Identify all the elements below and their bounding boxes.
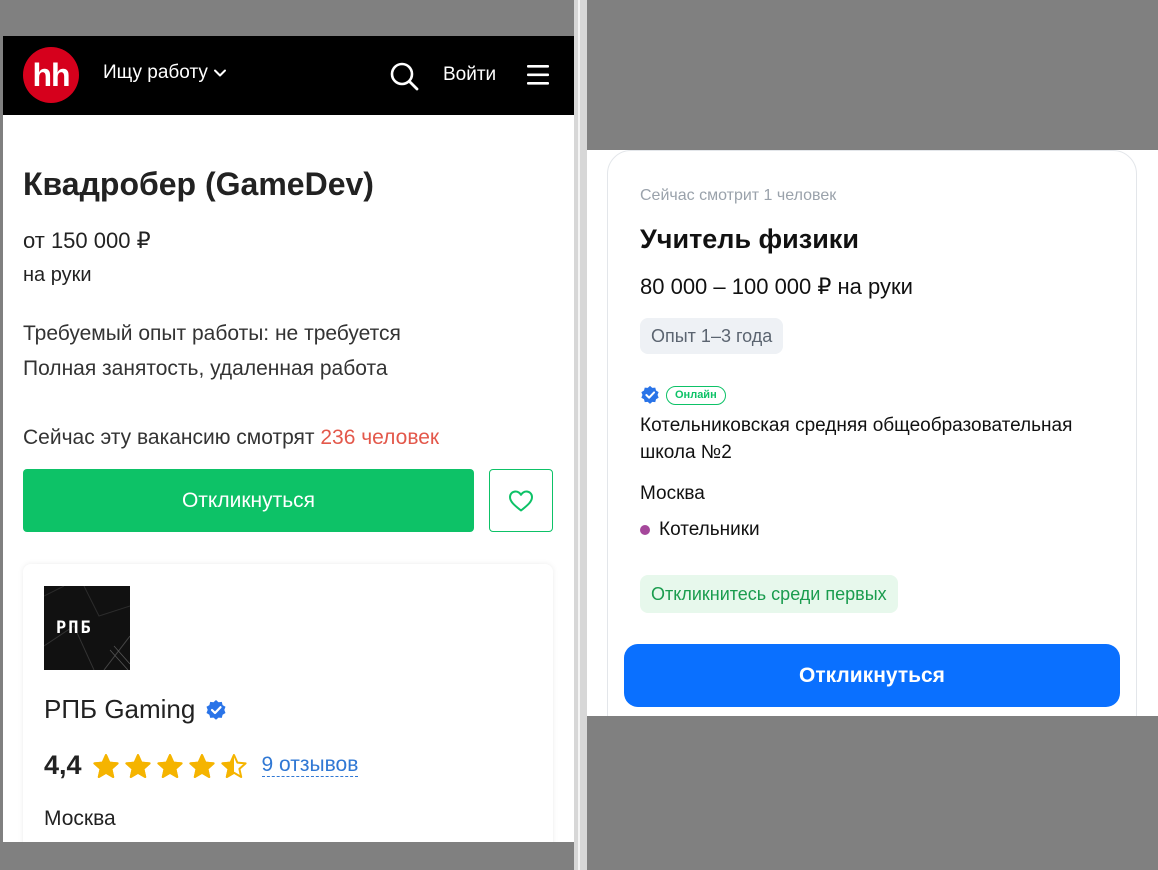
- star-fill: [92, 753, 119, 778]
- left-vacancy-screen: hh Ищу работу Войти Квадробер (GameDev) …: [3, 36, 574, 842]
- online-badge: Онлайн: [666, 385, 726, 405]
- search-icon[interactable]: [389, 61, 419, 91]
- company-name-row[interactable]: РПБ Gaming: [44, 694, 227, 725]
- mode-dropdown[interactable]: Ищу работу: [103, 62, 228, 84]
- favorite-button[interactable]: [489, 469, 553, 532]
- apply-button[interactable]: Откликнуться: [23, 469, 474, 532]
- salary-note: на руки: [23, 264, 92, 286]
- watching-prefix: Сейчас эту вакансию смотрят: [23, 426, 321, 449]
- vacancy-salary: от 150 000 ₽: [23, 228, 151, 253]
- login-button[interactable]: Войти: [443, 64, 496, 86]
- rating-row: 4,4 9 отзывов: [44, 750, 359, 781]
- company-logo-text: РПБ: [56, 618, 93, 638]
- company-name: РПБ Gaming: [44, 694, 196, 724]
- star-fill: [156, 753, 183, 778]
- vacancy-title: Квадробер (GameDev): [23, 166, 374, 202]
- vacancy-city: Москва: [640, 483, 705, 504]
- star-icon: [124, 753, 151, 778]
- vacancy-title[interactable]: Учитель физики: [640, 224, 859, 255]
- chevron-down-icon: [213, 69, 226, 77]
- metro-station-name: Котельники: [659, 519, 760, 540]
- divider-line: [578, 0, 580, 870]
- verified-badge-icon: [206, 699, 226, 720]
- star-icon: [220, 753, 247, 778]
- star-icon: [156, 753, 183, 778]
- right-vacancy-card-screen: Сейчас смотрит 1 человек Учитель физики …: [587, 150, 1158, 716]
- viewers-now: Сейчас смотрит 1 человек: [640, 187, 837, 204]
- mode-dropdown-label: Ищу работу: [103, 62, 208, 83]
- star-fill: [124, 753, 151, 778]
- panel-divider: [574, 0, 587, 870]
- metro-line-dot-icon: [640, 525, 650, 535]
- vacancy-salary: 80 000 – 100 000 ₽ на руки: [640, 274, 913, 299]
- respond-first-badge: Откликнитесь среди первых: [640, 575, 898, 613]
- hh-logo[interactable]: hh: [23, 47, 79, 103]
- employment-type: Полная занятость, удаленная работа: [23, 357, 388, 380]
- employer-name[interactable]: Котельниковская средняя общеобразователь…: [640, 412, 1110, 466]
- heart-icon: [509, 490, 533, 511]
- experience-requirement: Требуемый опыт работы: не требуется: [23, 322, 401, 345]
- star-icon: [188, 753, 215, 778]
- rating-stars: [92, 753, 248, 779]
- company-city: Москва: [44, 807, 116, 830]
- company-card: РПБ РПБ Gaming 4,4 9 отзывов Москва: [23, 564, 553, 842]
- watching-count: 236 человек: [320, 426, 440, 449]
- star-fill: [188, 753, 215, 778]
- hamburger-menu-icon[interactable]: [526, 64, 550, 86]
- reviews-link[interactable]: 9 отзывов: [261, 754, 359, 777]
- metro-station: Котельники: [640, 519, 760, 541]
- verified-badge-icon: [641, 385, 659, 404]
- company-logo[interactable]: РПБ: [44, 586, 130, 670]
- experience-badge: Опыт 1–3 года: [640, 318, 784, 354]
- company-rating: 4,4: [44, 750, 82, 780]
- apply-button[interactable]: Откликнуться: [624, 644, 1120, 707]
- watching-now: Сейчас эту вакансию смотрят 236 человек: [23, 426, 439, 450]
- star-icon: [92, 753, 119, 778]
- employer-badges: Онлайн: [640, 385, 726, 405]
- top-navbar: hh Ищу работу Войти: [3, 36, 574, 115]
